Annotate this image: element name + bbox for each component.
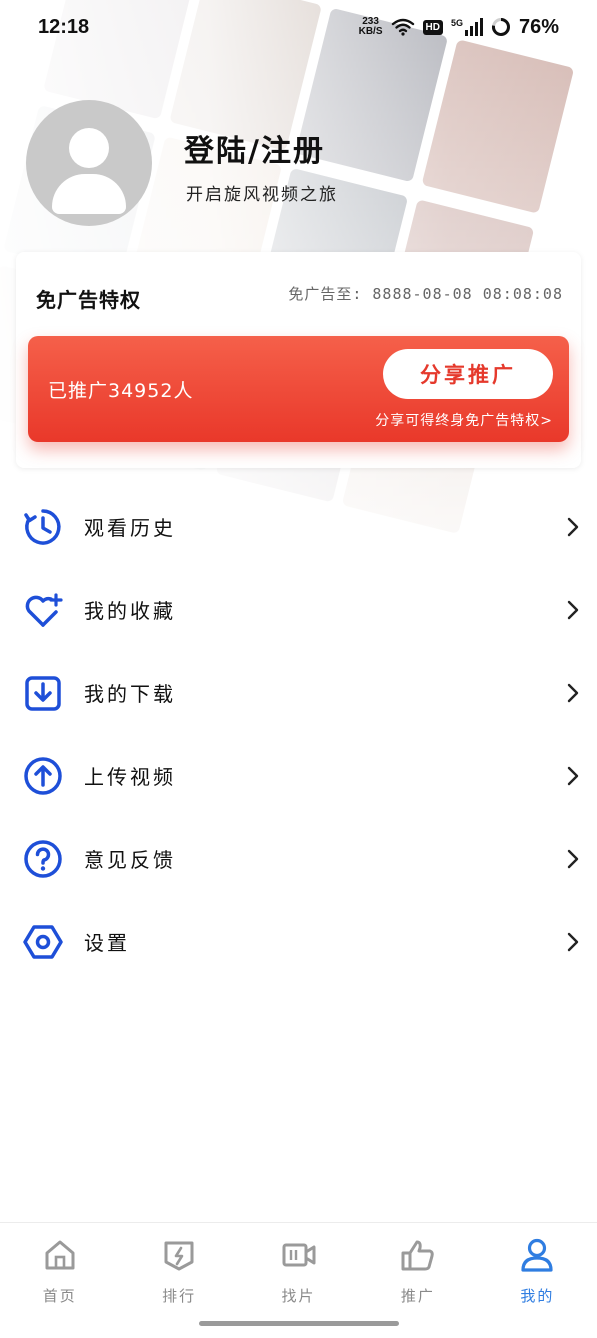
tab-find-video-label: 找片 — [281, 1287, 316, 1305]
menu-item-feedback[interactable]: 意见反馈 — [0, 817, 597, 900]
video-camera-icon — [281, 1237, 317, 1273]
profile-subtitle: 开启旋风视频之旅 — [186, 185, 338, 205]
help-question-icon — [22, 838, 64, 880]
share-promote-button[interactable]: 分享推广 — [383, 349, 553, 399]
hd-badge: HD — [422, 19, 443, 35]
menu-label-settings: 设置 — [84, 931, 130, 955]
user-icon — [519, 1237, 555, 1273]
tab-mine-label: 我的 — [520, 1287, 555, 1305]
history-icon — [22, 506, 64, 548]
chevron-right-icon — [567, 683, 579, 702]
chevron-right-icon — [567, 600, 579, 619]
promoted-count: 已推广34952人 — [48, 380, 194, 402]
battery-percent: 76% — [518, 15, 559, 38]
privilege-title: 免广告特权 — [36, 288, 141, 312]
avatar-body — [52, 174, 126, 214]
tab-ranking-label: 排行 — [162, 1287, 197, 1305]
chevron-right-icon — [567, 517, 579, 536]
avatar[interactable] — [26, 100, 152, 226]
settings-menu: 观看历史 我的收藏 我的下载 上传视频 意见反馈 设置 — [0, 485, 597, 983]
wifi-icon — [391, 18, 414, 36]
thumbs-up-icon — [400, 1237, 436, 1273]
ad-free-expiry: 免广告至: 8888-08-08 08:08:08 — [288, 285, 563, 303]
chevron-right-icon — [567, 766, 579, 785]
tab-home[interactable]: 首页 — [0, 1223, 119, 1338]
menu-label-upload: 上传视频 — [84, 765, 176, 789]
menu-label-feedback: 意见反馈 — [84, 848, 176, 872]
tab-mine[interactable]: 我的 — [478, 1223, 597, 1338]
battery-ring-icon — [491, 18, 510, 36]
chevron-right-icon — [567, 932, 579, 951]
ranking-icon — [161, 1237, 197, 1273]
login-register-link[interactable]: 登陆/注册 — [184, 126, 325, 170]
menu-item-settings[interactable]: 设置 — [0, 900, 597, 983]
tab-promote-label: 推广 — [400, 1287, 435, 1305]
menu-label-history: 观看历史 — [84, 516, 176, 540]
status-icons: 233 KB/S HD 5G 76% — [359, 16, 559, 39]
promotion-banner[interactable]: 已推广34952人 分享推广 分享可得终身免广告特权> — [28, 336, 569, 442]
signal-5g-icon: 5G — [451, 18, 483, 36]
status-time: 12:18 — [38, 15, 90, 38]
share-hint-link[interactable]: 分享可得终身免广告特权> — [375, 410, 553, 430]
avatar-head — [69, 128, 109, 168]
tab-home-label: 首页 — [42, 1287, 77, 1305]
network-speed: 233 KB/S — [358, 16, 383, 37]
status-bar: 12:18 233 KB/S HD 5G 76% — [0, 0, 597, 54]
menu-item-downloads[interactable]: 我的下载 — [0, 651, 597, 734]
ad-free-privilege-card: 免广告特权 免广告至: 8888-08-08 08:08:08 已推广34952… — [16, 252, 581, 468]
download-icon — [22, 672, 64, 714]
favorite-heart-icon — [22, 589, 64, 631]
menu-item-history[interactable]: 观看历史 — [0, 485, 597, 568]
menu-label-downloads: 我的下载 — [84, 682, 176, 706]
upload-icon — [22, 755, 64, 797]
home-icon — [42, 1237, 78, 1273]
settings-hex-icon — [22, 921, 64, 963]
menu-item-favorites[interactable]: 我的收藏 — [0, 568, 597, 651]
chevron-right-icon — [567, 849, 579, 868]
menu-item-upload[interactable]: 上传视频 — [0, 734, 597, 817]
menu-label-favorites: 我的收藏 — [84, 599, 176, 623]
home-indicator[interactable] — [199, 1321, 399, 1326]
